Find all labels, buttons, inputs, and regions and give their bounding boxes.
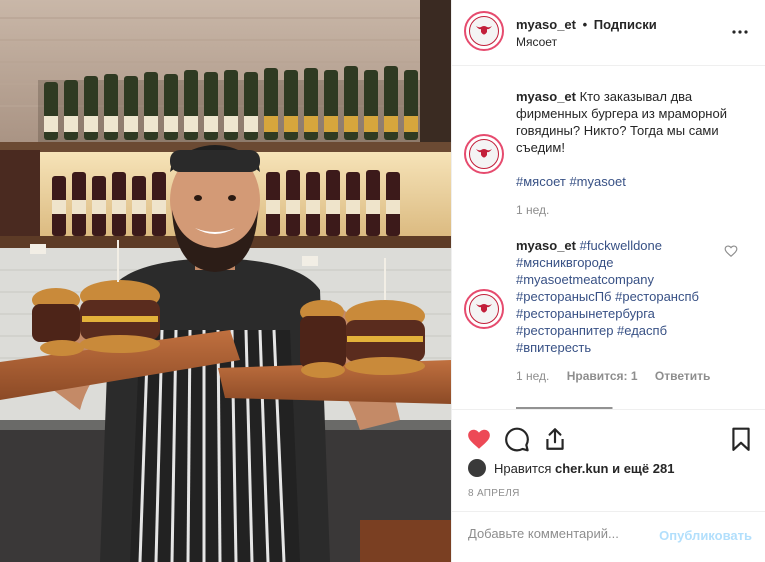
caption-time[interactable]: 1 нед. <box>516 203 549 217</box>
caption-avatar[interactable] <box>464 134 504 174</box>
comment-avatar[interactable] <box>464 289 504 329</box>
post-side-panel: myaso_et • Подписки Мясоет myaso_et Кто … <box>451 0 765 562</box>
bull-logo-icon <box>469 294 499 324</box>
comment-text-block: myaso_et #fuckwelldone #мясниквгороде #m… <box>516 237 736 356</box>
caption-text-block: myaso_et Кто заказывал два фирменных бур… <box>516 88 736 190</box>
bull-logo-icon <box>469 139 499 169</box>
share-icon[interactable] <box>542 426 568 452</box>
comment-like-heart-icon[interactable] <box>724 244 738 258</box>
header-separator: • <box>582 17 588 32</box>
comment-likes-count[interactable]: Нравится: 1 <box>567 369 638 383</box>
likes-count[interactable]: и ещё 281 <box>612 461 674 476</box>
reply-button[interactable]: Ответить <box>655 369 710 383</box>
comment-tag[interactable]: #мясниквгороде <box>516 254 736 271</box>
header-user-line: myaso_et • Подписки <box>516 17 657 32</box>
profile-avatar[interactable] <box>464 11 504 51</box>
comment-tag[interactable]: #ресторанпитер #едаспб <box>516 322 736 339</box>
comment-username[interactable]: myaso_et <box>516 238 576 253</box>
comment-input[interactable] <box>468 526 658 541</box>
more-horizontal-icon[interactable] <box>730 22 750 42</box>
comment-tag[interactable]: #впитересть <box>516 339 736 356</box>
header-username[interactable]: myaso_et <box>516 17 576 32</box>
comment-tag[interactable]: #ресторанынетербурга <box>516 305 736 322</box>
comment-meta: 1 нед. Нравится: 1 Ответить <box>516 369 724 383</box>
comment-time[interactable]: 1 нед. <box>516 369 549 383</box>
comment-first-tag[interactable]: #fuckwelldone <box>580 238 662 253</box>
comments-list[interactable]: myaso_et Кто заказывал два фирменных бур… <box>452 67 765 409</box>
header-location[interactable]: Мясоет <box>516 35 557 49</box>
following-button[interactable]: Подписки <box>594 17 657 32</box>
likes-user[interactable]: cher.kun <box>555 461 608 476</box>
bull-logo-icon <box>469 16 499 46</box>
comment-tag[interactable]: #ресторанысПб #ресторанспб <box>516 288 736 305</box>
heart-filled-icon[interactable] <box>466 426 492 452</box>
caption-hashtags[interactable]: #мясоет #myasoet <box>516 174 626 189</box>
caption-username[interactable]: myaso_et <box>516 89 576 104</box>
post-photo[interactable] <box>0 0 451 562</box>
post-header: myaso_et • Подписки Мясоет <box>452 0 765 66</box>
add-comment-bar: Опубликовать <box>452 511 765 562</box>
liker-avatar[interactable] <box>468 459 486 477</box>
caption-meta: 1 нед. <box>516 203 563 217</box>
comment-icon[interactable] <box>504 426 530 452</box>
post-date[interactable]: 8 АПРЕЛЯ <box>468 488 520 499</box>
bookmark-icon[interactable] <box>728 426 754 452</box>
comment-tag[interactable]: #myasoetmeatcompany <box>516 271 736 288</box>
likes-prefix: Нравится <box>494 460 552 476</box>
likes-summary: Нравится cher.kun и ещё 281 <box>468 459 674 477</box>
publish-button[interactable]: Опубликовать <box>659 528 752 543</box>
photo-illustration <box>0 0 451 562</box>
